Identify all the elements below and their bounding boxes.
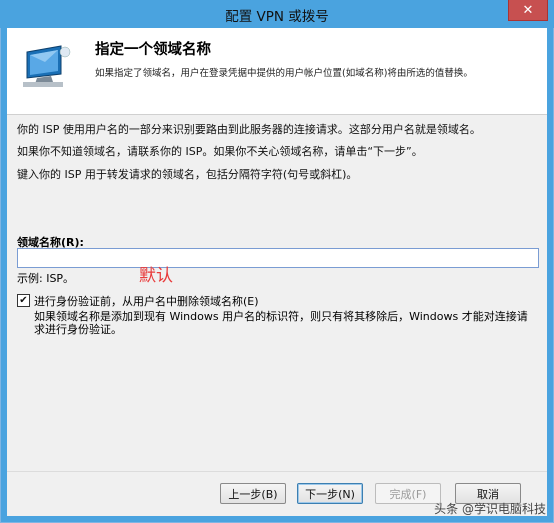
wizard-page-title: 指定一个领域名称 (95, 42, 211, 58)
network-monitor-icon (23, 45, 71, 87)
title-bar[interactable]: 配置 VPN 或拨号 ✕ (0, 0, 554, 28)
wizard-body: 你的 ISP 使用用户名的一部分来识别要路由到此服务器的连接请求。这部分用户名就… (7, 115, 547, 471)
watermark-text: 头条 @学识电脑科技 (434, 502, 546, 516)
next-button[interactable]: 下一步(N) (297, 483, 363, 504)
window-title: 配置 VPN 或拨号 (225, 9, 329, 25)
realm-example-text: 示例: ISP。 (17, 272, 75, 285)
checkmark-icon: ✔ (19, 295, 28, 306)
back-button[interactable]: 上一步(B) (220, 483, 286, 504)
intro-paragraph-1: 你的 ISP 使用用户名的一部分来识别要路由到此服务器的连接请求。这部分用户名就… (17, 123, 481, 136)
wizard-client: 指定一个领域名称 如果指定了领域名，用户在登录凭据中提供的用户帐户位置(如域名称… (7, 28, 547, 516)
realm-name-input[interactable] (17, 248, 539, 268)
strip-realm-label[interactable]: 进行身份验证前，从用户名中删除领域名称(E) (34, 293, 259, 309)
watermark: 头条 @学识电脑科技 (434, 500, 546, 517)
close-button[interactable]: ✕ (508, 0, 548, 21)
close-icon: ✕ (522, 2, 534, 18)
intro-paragraph-2: 如果你不知道领域名，请联系你的 ISP。如果你不关心领域名称，请单击“下一步”。 (17, 145, 423, 158)
strip-realm-checkbox[interactable]: ✔ (17, 294, 30, 307)
intro-paragraph-3: 键入你的 ISP 用于转发请求的领域名，包括分隔符字符(句号或斜杠)。 (17, 168, 358, 181)
finish-button[interactable]: 完成(F) (375, 483, 441, 504)
wizard-page-description: 如果指定了领域名，用户在登录凭据中提供的用户帐户位置(如域名称)将由所选的值替换… (95, 68, 473, 79)
wizard-header: 指定一个领域名称 如果指定了领域名，用户在登录凭据中提供的用户帐户位置(如域名称… (7, 28, 547, 115)
red-annotation-text: 默认 (139, 266, 173, 286)
strip-realm-description: 如果领域名称是添加到现有 Windows 用户名的标识符，则只有将其移除后，Wi… (34, 310, 528, 336)
